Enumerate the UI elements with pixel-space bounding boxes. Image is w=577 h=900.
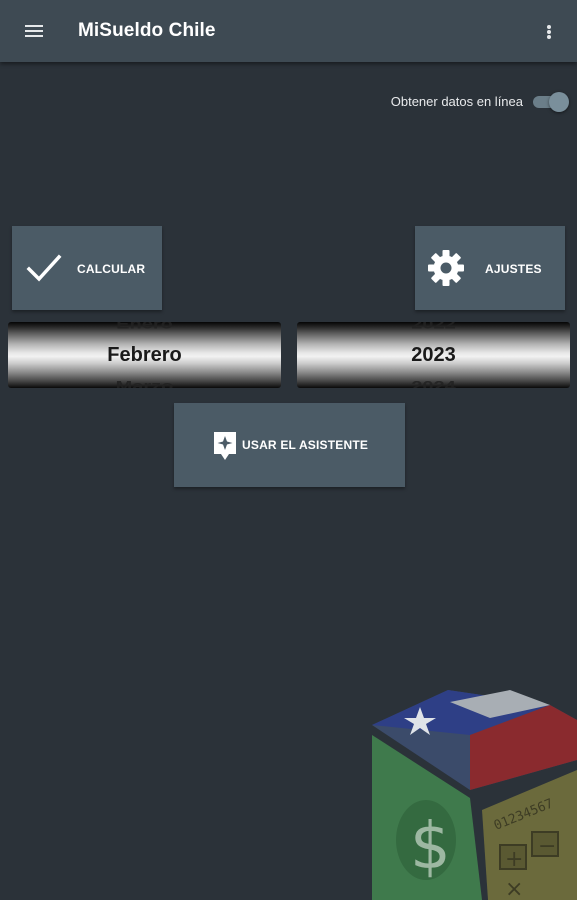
year-picker[interactable]: 2022 2023 2024 xyxy=(297,322,570,388)
wizard-sparkle-icon xyxy=(214,432,236,460)
settings-button-label: AJUSTES xyxy=(485,262,542,276)
checkmark-icon xyxy=(26,254,62,282)
svg-text:+: + xyxy=(505,847,523,872)
gear-icon xyxy=(428,250,464,286)
wizard-button[interactable]: USAR EL ASISTENTE xyxy=(174,403,405,487)
wizard-button-label: USAR EL ASISTENTE xyxy=(242,438,369,452)
calculate-button[interactable]: CALCULAR xyxy=(12,226,162,310)
year-next[interactable]: 2024 xyxy=(297,378,570,388)
calculate-button-label: CALCULAR xyxy=(77,262,146,276)
app-title: MiSueldo Chile xyxy=(78,20,216,41)
svg-text:$: $ xyxy=(410,810,451,884)
switch-thumb xyxy=(549,92,569,112)
month-picker[interactable]: Enero Febrero Marzo xyxy=(8,322,281,388)
more-vert-icon[interactable] xyxy=(537,18,561,46)
year-previous[interactable]: 2022 xyxy=(297,322,570,333)
settings-button[interactable]: AJUSTES xyxy=(415,226,565,310)
month-selected[interactable]: Febrero xyxy=(8,344,281,367)
svg-text:−: − xyxy=(538,834,556,859)
online-data-switch[interactable] xyxy=(533,92,569,112)
svg-text:×: × xyxy=(505,877,523,900)
app-logo-cube: $ 01234567 + − × xyxy=(372,690,577,900)
year-selected[interactable]: 2023 xyxy=(297,344,570,367)
hamburger-icon[interactable] xyxy=(16,17,52,45)
app-bar: MiSueldo Chile xyxy=(0,0,577,62)
month-previous[interactable]: Enero xyxy=(8,322,281,333)
online-data-label: Obtener datos en línea xyxy=(390,94,523,109)
month-next[interactable]: Marzo xyxy=(8,378,281,388)
